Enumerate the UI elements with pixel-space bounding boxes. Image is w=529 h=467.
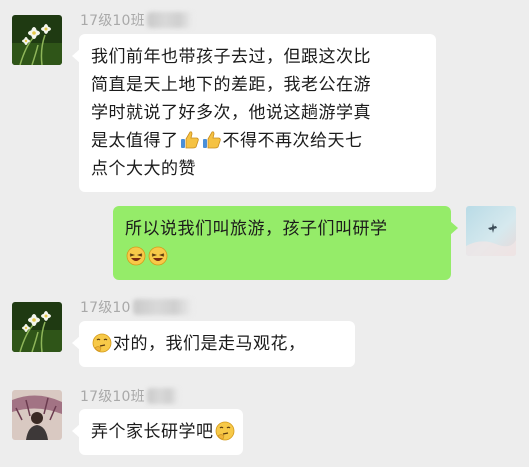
message-bubble-2[interactable]: 所以说我们叫旅游，孩子们叫研学: [113, 206, 458, 280]
sender-name-text: 17级10: [80, 300, 131, 316]
laughing-face-icon: [126, 246, 146, 266]
sender-name: 17级10班: [80, 386, 179, 406]
message-text: 对的，我们是走马观花，: [113, 334, 306, 354]
thumbs-up-icon: [202, 130, 222, 150]
flower-avatar-image: [12, 15, 62, 65]
avatar-flowers[interactable]: [12, 302, 62, 352]
person-avatar-image: [12, 390, 62, 440]
avatar-person[interactable]: [12, 390, 62, 440]
sender-name: 17级10: [80, 297, 193, 317]
message-line: 点个大大的赞: [91, 159, 196, 179]
message-bubble-1[interactable]: 我们前年也带孩子去过，但跟这次比 简直是天上地下的差距，我老公在游 学时就说了好…: [72, 34, 436, 192]
message-text: 弄个家长研学吧: [91, 422, 214, 442]
sender-name: 17级10班: [80, 10, 193, 30]
laughing-face-icon: [148, 246, 168, 266]
message-line: 学时就说了好多次，他说这趟游学真: [91, 103, 371, 123]
message-line: 简直是天上地下的差距，我老公在游: [91, 75, 371, 95]
avatar-airplane-sky[interactable]: [466, 206, 516, 256]
message-text: 不得不再次给天七: [222, 131, 363, 151]
sender-name-blur: [146, 388, 179, 404]
thinking-face-icon: [92, 333, 112, 353]
sender-name-blur: [146, 12, 193, 28]
message-line-with-emoji: 是太值得了 不得不再次给天七: [91, 127, 424, 155]
thinking-face-icon: [215, 421, 235, 441]
message-emoji-line: [125, 243, 439, 271]
message-line: 我们前年也带孩子去过，但跟这次比: [91, 47, 371, 67]
sender-name-text: 17级10班: [80, 389, 145, 405]
message-bubble-4[interactable]: 弄个家长研学吧: [72, 409, 243, 455]
sender-name-text: 17级10班: [80, 13, 145, 29]
airplane-avatar-image: [466, 206, 516, 256]
message-text: 是太值得了: [91, 131, 179, 151]
message-line-with-emoji: 弄个家长研学吧: [91, 418, 234, 446]
avatar-flowers[interactable]: [12, 15, 62, 65]
sender-name-blur: [132, 299, 193, 315]
message-line: 所以说我们叫旅游，孩子们叫研学: [125, 219, 388, 239]
message-line-with-emoji: 对的，我们是走马观花，: [91, 330, 343, 358]
flower-avatar-image: [12, 302, 62, 352]
message-bubble-3[interactable]: 对的，我们是走马观花，: [72, 321, 355, 367]
thumbs-up-icon: [180, 130, 200, 150]
